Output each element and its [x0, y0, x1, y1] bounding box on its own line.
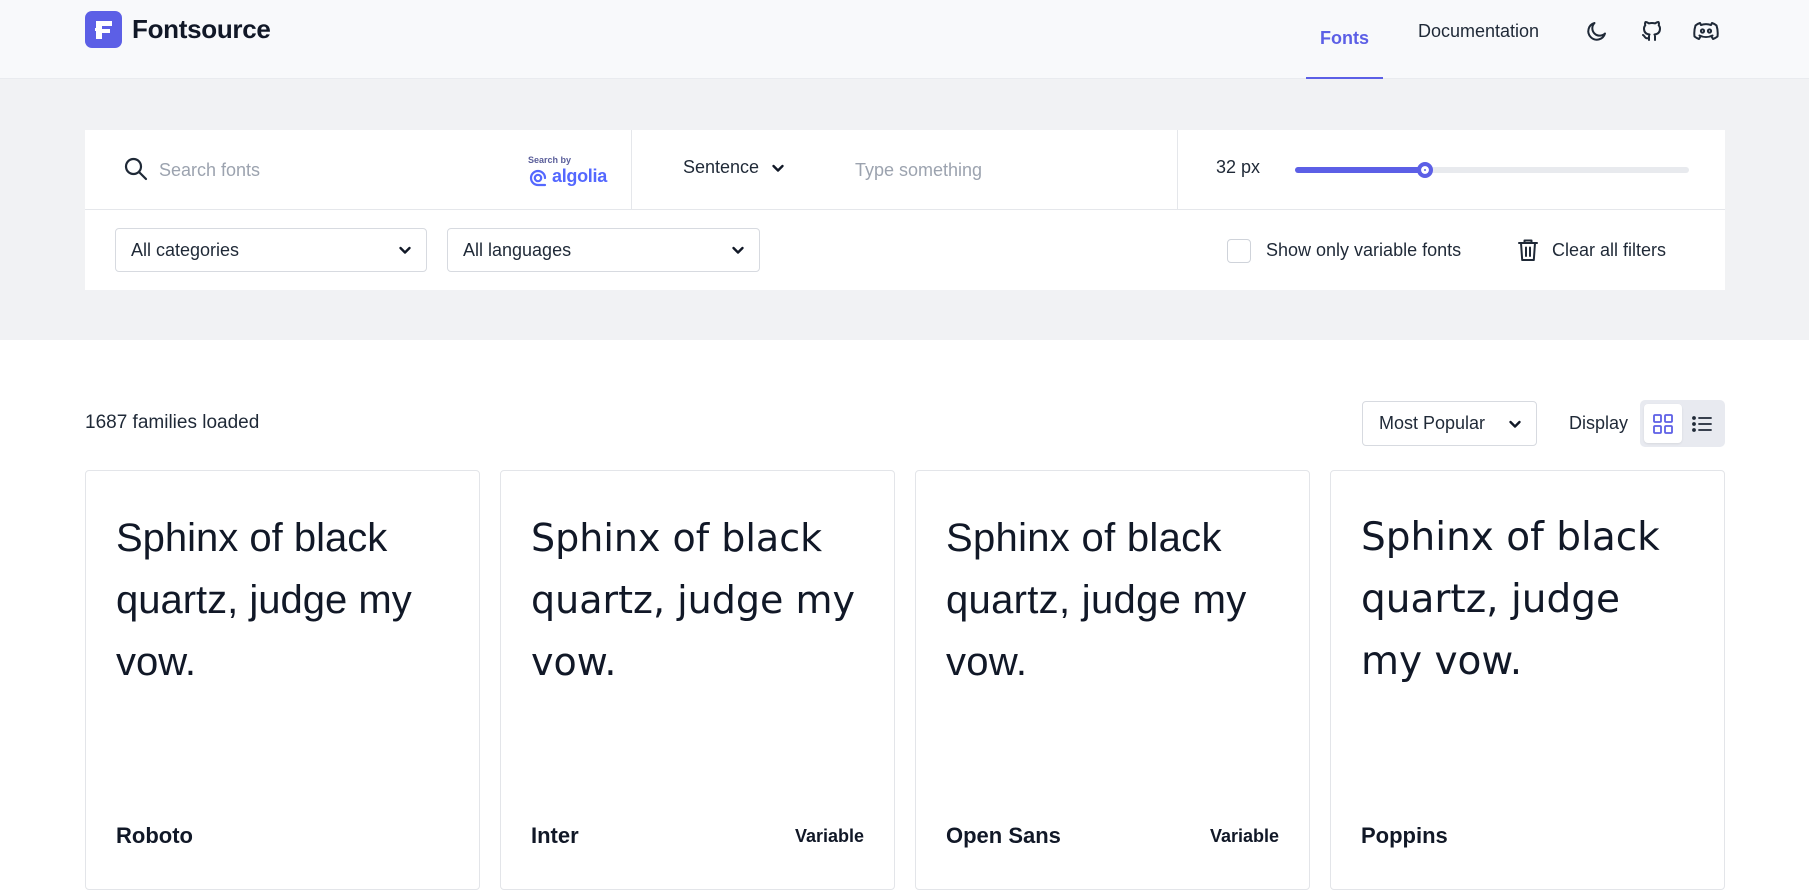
- font-preview-text: Sphinx of black quartz, judge my vow.: [946, 516, 1247, 684]
- list-icon: [1692, 415, 1712, 432]
- language-select-value: All languages: [463, 239, 572, 260]
- slider-thumb[interactable]: [1417, 162, 1434, 178]
- language-select[interactable]: All languages: [447, 228, 760, 272]
- font-name: Inter: [531, 823, 579, 848]
- display-label: Display: [1569, 413, 1629, 433]
- chevron-down-icon: [1509, 420, 1521, 428]
- variable-fonts-checkbox[interactable]: [1227, 239, 1251, 263]
- algolia-badge[interactable]: Search by algolia: [528, 155, 608, 189]
- category-select[interactable]: All categories: [115, 228, 427, 272]
- font-card-poppins[interactable]: Sphinx of black quartz, judge my vow. Po…: [1330, 470, 1725, 890]
- divider: [631, 130, 632, 210]
- font-variable-badge: Variable: [794, 826, 864, 846]
- chevron-down-icon: [732, 246, 744, 254]
- search-input[interactable]: [159, 154, 499, 186]
- preview-mode-select[interactable]: Sentence: [683, 157, 785, 178]
- logo-text: Fontsource: [132, 14, 271, 44]
- view-toggle: [1640, 400, 1725, 447]
- sort-select[interactable]: Most Popular: [1362, 401, 1537, 446]
- preview-text-input[interactable]: [855, 154, 1155, 186]
- font-size-label: 32 px: [1216, 157, 1261, 177]
- github-icon[interactable]: [1638, 17, 1666, 45]
- search-icon: [123, 156, 149, 187]
- font-preview-text: Sphinx of black quartz, judge my vow.: [1361, 515, 1660, 684]
- fontsource-logo-icon: [85, 11, 122, 48]
- algolia-icon: [528, 168, 548, 193]
- logo[interactable]: Fontsource: [85, 11, 271, 48]
- search-row: Search by algolia Sentence 32 px: [85, 130, 1725, 210]
- font-card-roboto[interactable]: Sphinx of black quartz, judge my vow. Ro…: [85, 470, 480, 890]
- font-preview-text: Sphinx of black quartz, judge my vow.: [531, 516, 855, 684]
- font-name: Poppins: [1361, 823, 1448, 848]
- variable-fonts-label[interactable]: Show only variable fonts: [1266, 240, 1461, 261]
- font-name: Roboto: [116, 823, 193, 848]
- list-view-button[interactable]: [1683, 404, 1721, 443]
- slider-fill: [1295, 167, 1426, 173]
- filter-panel: Search by algolia Sentence 32 px: [85, 130, 1725, 290]
- font-size-slider[interactable]: [1295, 162, 1689, 178]
- preview-mode-label: Sentence: [683, 157, 760, 177]
- clear-filters-label: Clear all filters: [1552, 239, 1667, 260]
- algolia-label: algolia: [552, 166, 607, 186]
- sort-select-value: Most Popular: [1379, 413, 1486, 433]
- trash-icon: [1518, 239, 1538, 261]
- chevron-down-icon: [771, 161, 785, 175]
- moon-icon[interactable]: [1583, 17, 1611, 45]
- grid-view-button[interactable]: [1644, 404, 1682, 443]
- discord-icon[interactable]: [1692, 17, 1720, 45]
- font-card-inter[interactable]: Sphinx of black quartz, judge my vow. In…: [500, 470, 895, 890]
- site-header: Fontsource Fonts Documentation: [0, 0, 1809, 79]
- nav-documentation[interactable]: Documentation: [1418, 19, 1539, 43]
- chevron-down-icon: [399, 246, 411, 254]
- clear-filters-button[interactable]: Clear all filters: [1516, 237, 1666, 263]
- divider: [1177, 130, 1178, 210]
- category-select-value: All categories: [131, 239, 240, 260]
- grid-icon: [1653, 413, 1673, 434]
- nav-fonts[interactable]: Fonts: [1306, 0, 1383, 79]
- font-card-open-sans[interactable]: Sphinx of black quartz, judge my vow. Op…: [915, 470, 1310, 890]
- search-by-label: Search by: [528, 155, 572, 165]
- font-preview-text: Sphinx of black quartz, judge my vow.: [116, 516, 412, 684]
- filter-row: All categories All languages Show only v…: [85, 210, 1725, 290]
- font-name: Open Sans: [946, 823, 1061, 848]
- font-variable-badge: Variable: [1209, 826, 1279, 846]
- results-count: 1687 families loaded: [85, 412, 260, 433]
